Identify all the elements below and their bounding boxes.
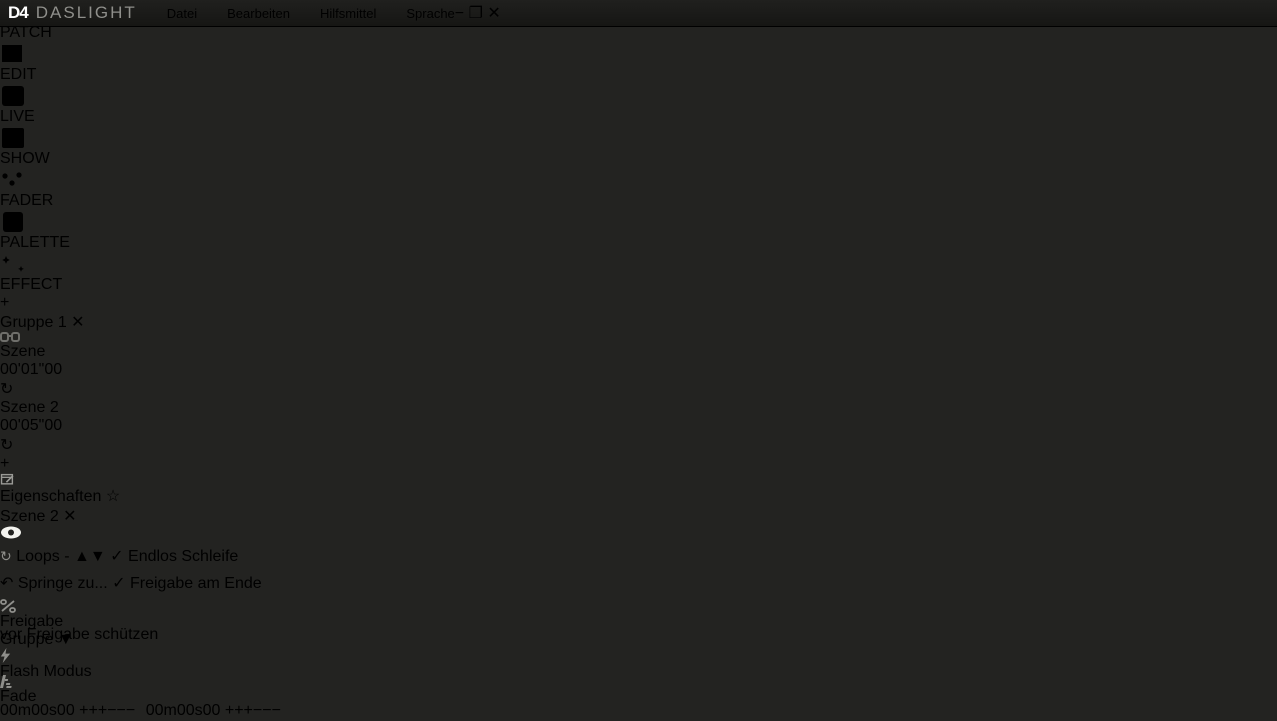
flash-bolt-icon bbox=[0, 648, 11, 663]
visibility-eye-icon[interactable] bbox=[0, 526, 22, 539]
tab-gruppe-1[interactable]: Gruppe 1 ✕ bbox=[0, 312, 1277, 332]
app-logo: D4 DASLIGHT bbox=[0, 3, 137, 23]
menu-sprache[interactable]: Sprache bbox=[406, 6, 454, 21]
group-tab-label: Gruppe 1 bbox=[0, 314, 67, 331]
palette-icon bbox=[0, 210, 26, 234]
scene-list: Szene 00'01"00 ↻ Szene 2 00'05"00 ↻ + bbox=[0, 343, 1277, 473]
loop-icon: ↻ bbox=[0, 379, 1277, 399]
favorite-star-icon[interactable]: ☆ bbox=[106, 488, 120, 505]
brand-name: DASLIGHT bbox=[36, 3, 137, 23]
close-button[interactable]: ✕ bbox=[487, 5, 500, 22]
release-link-icon bbox=[0, 599, 16, 613]
sidebar-item-fader[interactable]: FADER bbox=[0, 168, 1277, 210]
panel-title: Eigenschaften bbox=[0, 488, 101, 505]
view-options-icon[interactable] bbox=[0, 332, 1277, 343]
magic-wand-icon bbox=[0, 252, 26, 276]
loop-icon: ↻ bbox=[0, 548, 12, 564]
loops-count-field[interactable]: - bbox=[64, 548, 69, 565]
sidebar-item-effect[interactable]: EFFECT bbox=[0, 252, 1277, 294]
loops-stepper[interactable]: ▲▼ bbox=[74, 548, 106, 565]
scene-tile-szene[interactable]: Szene 00'01"00 ↻ bbox=[0, 343, 1277, 399]
loop-icon: ↻ bbox=[0, 435, 1277, 455]
protect-release-label: vor Freigabe schützen bbox=[0, 626, 158, 643]
jump-to-button[interactable]: ↶ Springe zu... bbox=[0, 575, 112, 592]
daslight-logo-icon: D4 bbox=[8, 3, 28, 23]
menu-bearbeiten[interactable]: Bearbeiten bbox=[227, 6, 290, 21]
menu-hilfsmittel[interactable]: Hilfsmittel bbox=[320, 6, 376, 21]
scene-tile-szene-2[interactable]: Szene 2 00'05"00 ↻ bbox=[0, 399, 1277, 455]
loops-label: Loops bbox=[16, 548, 60, 565]
fade-out-time-field[interactable]: 00m00s00 bbox=[146, 702, 221, 719]
menu-items: Datei Bearbeiten Hilfsmittel Sprache bbox=[167, 6, 455, 21]
menubar: D4 DASLIGHT Datei Bearbeiten Hilfsmittel… bbox=[0, 0, 1277, 27]
release-at-end-checkbox[interactable]: ✓ bbox=[112, 575, 125, 592]
endless-loop-checkbox[interactable]: ✓ bbox=[110, 548, 123, 565]
menu-datei[interactable]: Datei bbox=[167, 6, 197, 21]
minimize-button[interactable]: − bbox=[455, 5, 464, 22]
play-icon bbox=[0, 84, 26, 108]
sidebar-item-palette[interactable]: PALETTE bbox=[0, 210, 1277, 252]
fade-in-time-field[interactable]: 00m00s00 bbox=[0, 702, 75, 719]
fader-icon bbox=[0, 168, 24, 192]
edit-icon bbox=[0, 42, 26, 66]
add-scene-button[interactable]: + bbox=[0, 455, 1277, 473]
mode-sidebar: PATCH EDIT LIVE SHOW FADER PALETTE EFFEC… bbox=[0, 0, 1277, 294]
properties-region: Eigenschaften ☆ Szene 2 ✕ ↻ Loops - ▲▼ ✓… bbox=[0, 473, 1277, 721]
scene-properties: Szene 2 ✕ ↻ Loops - ▲▼ ✓ Endlos Schleife… bbox=[0, 506, 1277, 721]
sidebar-item-live[interactable]: LIVE bbox=[0, 84, 1277, 126]
maximize-button[interactable]: ❐ bbox=[469, 5, 483, 22]
scene-name-label: Szene 2 bbox=[0, 508, 59, 525]
add-group-button[interactable]: + bbox=[0, 294, 9, 311]
release-at-end-label: Freigabe am Ende bbox=[130, 575, 262, 592]
sidebar-item-show[interactable]: SHOW bbox=[0, 126, 1277, 168]
rename-clear-button[interactable]: ✕ bbox=[63, 508, 76, 525]
fade-out-steppers[interactable]: +++−−− bbox=[225, 702, 281, 719]
flash-mode-label: Flash Modus bbox=[0, 663, 92, 680]
fade-in-steppers[interactable]: +++−−− bbox=[79, 702, 135, 719]
properties-header: Eigenschaften ☆ bbox=[0, 473, 1277, 506]
endless-loop-label: Endlos Schleife bbox=[128, 548, 238, 565]
undo-icon: ↶ bbox=[0, 575, 13, 592]
close-tab-icon[interactable]: ✕ bbox=[71, 314, 84, 331]
group-tabbar: + Gruppe 1 ✕ bbox=[0, 294, 1277, 343]
edit-icon bbox=[0, 473, 15, 486]
curtain-icon bbox=[0, 126, 26, 150]
sidebar-item-edit[interactable]: EDIT bbox=[0, 42, 1277, 84]
scene-panel: + Gruppe 1 ✕ Szene 00'01"00 ↻ Szene 2 00… bbox=[0, 294, 1277, 473]
